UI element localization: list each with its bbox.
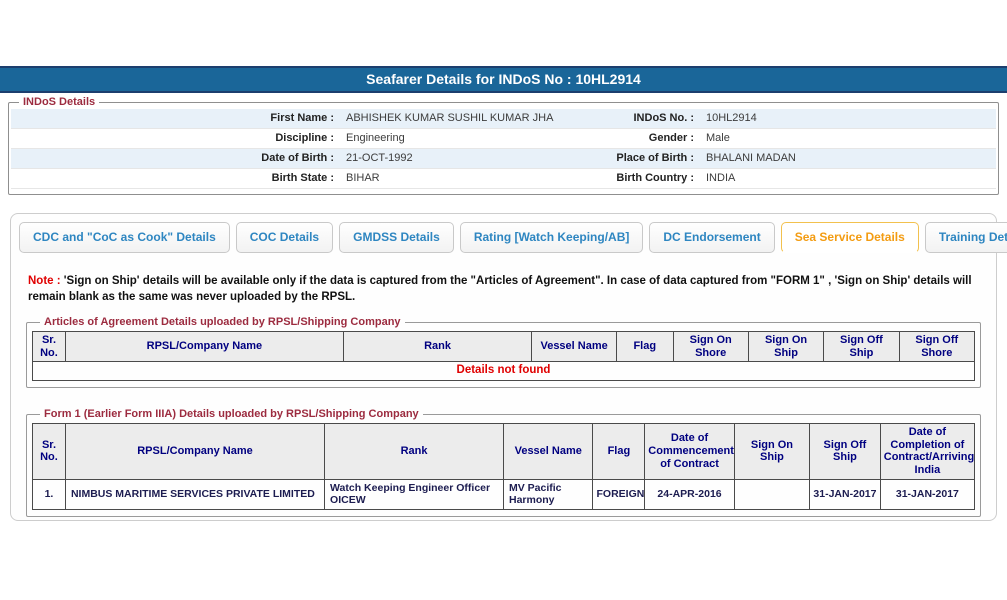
discipline-value: Engineering — [341, 129, 593, 148]
form1-header-row: Sr. No. RPSL/Company Name Rank Vessel Na… — [33, 424, 975, 480]
column-header-rpsl-company-name: RPSL/Company Name — [65, 332, 343, 362]
place-of-birth-label: Place of Birth : — [593, 149, 701, 168]
form1-section: Form 1 (Earlier Form IIIA) Details uploa… — [26, 408, 981, 517]
birth-country-value: INDIA — [701, 169, 996, 188]
gender-value: Male — [701, 129, 996, 148]
tab-cdc-coc-as-cook-details[interactable]: CDC and "CoC as Cook" Details — [19, 222, 230, 253]
date-of-birth-value: 21-OCT-1992 — [341, 149, 593, 168]
indos-row-name: First Name : ABHISHEK KUMAR SUSHIL KUMAR… — [11, 109, 996, 129]
cell-flag: FOREIGN — [593, 479, 645, 509]
birth-state-value: BIHAR — [341, 169, 593, 188]
column-header-sign-on-ship: Sign On Ship — [734, 424, 809, 480]
first-name-label: First Name : — [11, 109, 341, 128]
form1-legend: Form 1 (Earlier Form IIIA) Details uploa… — [40, 408, 423, 420]
indos-no-label: INDoS No. : — [593, 109, 701, 128]
form1-table: Sr. No. RPSL/Company Name Rank Vessel Na… — [32, 423, 975, 510]
tab-sea-service-details[interactable]: Sea Service Details — [781, 222, 919, 253]
column-header-sign-off-shore: Sign Off Shore — [899, 332, 974, 362]
cell-company-name: NIMBUS MARITIME SERVICES PRIVATE LIMITED — [65, 479, 324, 509]
tab-coc-details[interactable]: COC Details — [236, 222, 333, 253]
column-header-vessel-name: Vessel Name — [504, 424, 593, 480]
tab-gmdss-details[interactable]: GMDSS Details — [339, 222, 454, 253]
discipline-label: Discipline : — [11, 129, 341, 148]
articles-of-agreement-section: Articles of Agreement Details uploaded b… — [26, 316, 981, 388]
indos-row-birth: Date of Birth : 21-OCT-1992 Place of Bir… — [11, 149, 996, 169]
details-not-found-message: Details not found — [33, 362, 975, 381]
note-body: 'Sign on Ship' details will be available… — [28, 275, 972, 303]
tab-dc-endorsement[interactable]: DC Endorsement — [649, 222, 774, 253]
tab-rating-watch-keeping-ab[interactable]: Rating [Watch Keeping/AB] — [460, 222, 644, 253]
note-prefix: Note : — [28, 275, 61, 287]
cell-sign-on-ship — [734, 479, 809, 509]
column-header-rpsl-company-name: RPSL/Company Name — [65, 424, 324, 480]
cell-completion-date: 31-JAN-2017 — [880, 479, 974, 509]
column-header-sr-no: Sr. No. — [33, 332, 66, 362]
column-header-flag: Flag — [593, 424, 645, 480]
column-header-date-of-commencement: Date of Commencement of Contract — [645, 424, 734, 480]
column-header-sign-off-ship: Sign Off Ship — [810, 424, 881, 480]
table-row: 1. NIMBUS MARITIME SERVICES PRIVATE LIMI… — [33, 479, 975, 509]
sign-on-ship-note: Note : 'Sign on Ship' details will be av… — [28, 274, 979, 305]
cell-rank: Watch Keeping Engineer Officer OICEW — [325, 479, 504, 509]
cell-sr-no: 1. — [33, 479, 66, 509]
indos-no-value: 10HL2914 — [701, 109, 996, 128]
articles-header-row: Sr. No. RPSL/Company Name Rank Vessel Na… — [33, 332, 975, 362]
indos-row-state: Birth State : BIHAR Birth Country : INDI… — [11, 169, 996, 189]
tab-training-details[interactable]: Training Details — [925, 222, 1007, 253]
column-header-sign-on-ship: Sign On Ship — [748, 332, 823, 362]
indos-row-discipline: Discipline : Engineering Gender : Male — [11, 129, 996, 149]
column-header-sr-no: Sr. No. — [33, 424, 66, 480]
column-header-date-of-completion: Date of Completion of Contract/Arriving … — [880, 424, 974, 480]
cell-commencement-date: 24-APR-2016 — [645, 479, 734, 509]
birth-country-label: Birth Country : — [593, 169, 701, 188]
column-header-vessel-name: Vessel Name — [532, 332, 617, 362]
column-header-sign-off-ship: Sign Off Ship — [824, 332, 899, 362]
cell-sign-off-ship: 31-JAN-2017 — [810, 479, 881, 509]
page-title: Seafarer Details for INDoS No : 10HL2914 — [0, 66, 1007, 93]
tab-bar: CDC and "CoC as Cook" Details COC Detail… — [19, 222, 988, 253]
gender-label: Gender : — [593, 129, 701, 148]
column-header-rank: Rank — [343, 332, 531, 362]
column-header-flag: Flag — [617, 332, 674, 362]
place-of-birth-value: BHALANI MADAN — [701, 149, 996, 168]
table-row: Details not found — [33, 362, 975, 381]
articles-of-agreement-legend: Articles of Agreement Details uploaded b… — [40, 316, 405, 328]
column-header-rank: Rank — [325, 424, 504, 480]
column-header-sign-on-shore: Sign On Shore — [673, 332, 748, 362]
first-name-value: ABHISHEK KUMAR SUSHIL KUMAR JHA — [341, 109, 593, 128]
date-of-birth-label: Date of Birth : — [11, 149, 341, 168]
tab-content-panel: CDC and "CoC as Cook" Details COC Detail… — [10, 213, 997, 521]
indos-details-legend: INDoS Details — [19, 96, 99, 108]
articles-of-agreement-table: Sr. No. RPSL/Company Name Rank Vessel Na… — [32, 331, 975, 381]
indos-details-section: INDoS Details First Name : ABHISHEK KUMA… — [8, 96, 999, 195]
birth-state-label: Birth State : — [11, 169, 341, 188]
cell-vessel-name: MV Pacific Harmony — [504, 479, 593, 509]
